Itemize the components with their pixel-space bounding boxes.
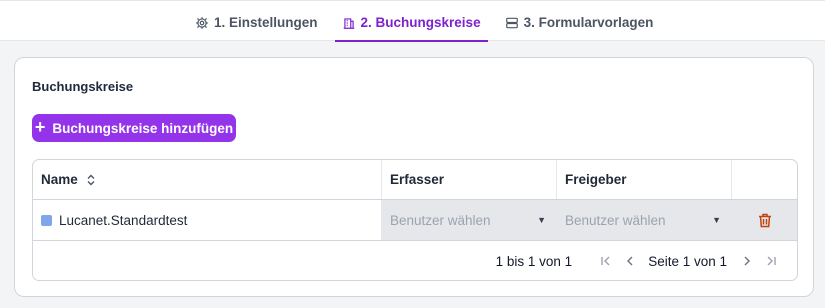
column-header-actions (732, 160, 797, 199)
color-chip (41, 214, 52, 226)
column-header-name[interactable]: Name (33, 160, 382, 199)
add-button-label: Buchungskreise hinzufügen (52, 120, 234, 136)
column-header-freigeber: Freigeber (557, 160, 732, 199)
column-header-label: Erfasser (390, 172, 445, 187)
tab-buchungskreise[interactable]: 2. Buchungskreise (334, 5, 488, 42)
plus-icon: + (34, 117, 46, 137)
freigeber-select[interactable]: Benutzer wählen ▼ (557, 200, 732, 240)
tab-formularvorlagen[interactable]: 3. Formularvorlagen (498, 5, 661, 42)
column-header-label: Freigeber (565, 172, 627, 187)
section-title: Buchungskreise (32, 79, 134, 94)
caret-down-icon: ▼ (712, 215, 721, 225)
table-header: Name Erfasser Freigeber (33, 160, 797, 200)
step-tabs: 1. Einstellungen 2. Buchungskreise 3. Fo… (188, 5, 670, 42)
pagination: 1 bis 1 von 1 Seite 1 von 1 (33, 241, 797, 280)
tab-label: 2. Buchungskreise (360, 15, 481, 30)
name-cell: Lucanet.Standardtest (33, 200, 382, 240)
previous-page-icon[interactable] (624, 255, 636, 267)
pagination-page: Seite 1 von 1 (648, 253, 727, 269)
erfasser-placeholder: Benutzer wählen (390, 212, 491, 228)
top-tab-bar: 1. Einstellungen 2. Buchungskreise 3. Fo… (0, 0, 825, 42)
trash-icon (758, 213, 771, 227)
pagination-range: 1 bis 1 von 1 (495, 253, 573, 269)
delete-row-button[interactable] (732, 200, 797, 240)
table-row: Lucanet.Standardtest Benutzer wählen ▼ B… (33, 200, 797, 241)
gear-icon (196, 16, 208, 29)
column-header-label: Name (41, 172, 78, 187)
column-header-erfasser: Erfasser (382, 160, 557, 199)
tab-label: 1. Einstellungen (214, 15, 318, 30)
caret-down-icon: ▼ (537, 215, 546, 225)
erfasser-select[interactable]: Benutzer wählen ▼ (382, 200, 557, 240)
tab-label: 3. Formularvorlagen (523, 15, 654, 30)
buchungskreise-table: Name Erfasser Freigeber Lucanet.Standard… (32, 159, 798, 281)
building-icon (343, 17, 354, 29)
sort-icon[interactable] (86, 174, 96, 186)
add-buchungskreise-button[interactable]: + Buchungskreise hinzufügen (32, 114, 236, 142)
buchungskreise-card: Buchungskreise + Buchungskreise hinzufüg… (14, 57, 814, 297)
server-stack-icon (505, 17, 518, 28)
freigeber-placeholder: Benutzer wählen (565, 212, 666, 228)
first-page-icon[interactable] (600, 255, 612, 267)
tab-einstellungen[interactable]: 1. Einstellungen (188, 5, 325, 42)
next-page-icon[interactable] (741, 255, 753, 267)
last-page-icon[interactable] (765, 255, 777, 267)
buchungskreis-name: Lucanet.Standardtest (59, 212, 188, 228)
